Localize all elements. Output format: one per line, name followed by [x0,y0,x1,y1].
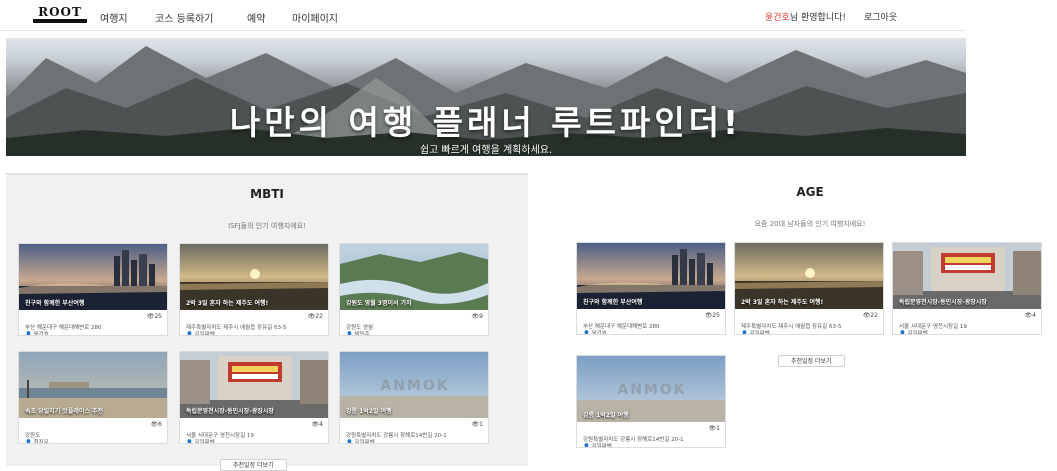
view-count: 👁22 [863,312,878,319]
course-title: 강릉 1박2일 여행 [583,412,629,419]
view-number: 1 [716,425,720,432]
mbti-section: MBTI ISFJ들의 인기 여행지에요! 친구와 함께한 부산여행 👁25 부산 … [6,173,528,471]
course-author: 👤 김일파벤 [899,329,928,335]
top-navbar: ROOT 여행지 코스 등록하기 예약 마이페이지 윤건호님 환영합니다! 로그… [0,0,966,31]
course-card[interactable]: 2박 3일 혼자 하는 제주도 여행! 👁22 제주특별자치도 제주시 애월읍 장유… [734,242,884,335]
view-number: 4 [319,421,323,428]
logo-bar [33,19,87,23]
age-section: AGE 요즘 20대 남자들의 인기 여행지에요! 친구와 함께한 부산여행 👁2… [570,173,1050,466]
course-author: 👤 윤건호 [583,329,607,335]
view-number: 6 [158,421,162,428]
welcome-message: 윤건호님 환영합니다! [765,10,846,23]
user-icon: 👤 [346,332,355,336]
course-title: 친구와 함께한 부산여행 [583,299,643,306]
course-card[interactable]: ANMOK 강릉 1박2일 여행 👁1 강원특별자치도 강릉시 창해로14번길 20-… [576,355,726,448]
author-name: 윤건호 [33,332,49,336]
nav-item-register-course[interactable]: 코스 등록하기 [155,10,213,25]
user-icon: 👤 [346,440,355,444]
course-title: 강원도 영월 3명이서 가자 [346,300,412,307]
course-card[interactable]: 독립문영천시장-동인시장-광장시장 👁4 서울 서대문구 영천시장길 19 👤 김일파… [179,351,329,444]
age-more-button[interactable]: 추천일정 더보기 [778,355,845,367]
course-card[interactable]: 친구와 함께한 부산여행 👁25 부산 해운대구 해운대해변로 280 👤 윤건호 [576,242,726,335]
author-name: 윤건호 [591,331,607,335]
view-count: 👁6 [151,421,162,428]
age-subtitle: 요즘 20대 남자들의 인기 여행지에요! [754,220,866,228]
mbti-title: MBTI [250,187,284,201]
user-icon: 👤 [186,440,195,444]
logo-text: ROOT [38,5,82,19]
user-icon: 👤 [899,331,908,335]
course-title: 2박 3일 혼자 하는 제주도 여행! [186,300,269,307]
course-author: 👤 김일파벤 [741,329,770,335]
course-title: 친구와 함께한 부산여행 [25,300,85,307]
author-name: 박민준 [354,332,370,336]
user-icon: 👤 [583,444,592,448]
course-title: 2박 3일 혼자 하는 제주도 여행! [741,299,824,306]
author-name: 김일파벤 [194,440,215,444]
course-author: 👤 김일파벤 [583,442,612,448]
course-title: 강릉 1박2일 여행 [346,408,392,415]
view-number: 1 [479,421,483,428]
svg-text:ANMOK: ANMOK [617,382,686,398]
author-name: 김일파벤 [591,444,612,448]
view-count: 👁1 [709,425,720,432]
view-number: 4 [1032,312,1036,319]
author-name: 김일파벤 [354,440,375,444]
user-name: 윤건호 [765,13,790,23]
author-name: 김일파벤 [749,331,770,335]
greeting-suffix: 님 환영합니다! [789,13,846,23]
course-card[interactable]: 친구와 함께한 부산여행 👁25 부산 해운대구 해운대해변로 280 👤 윤건호 [18,243,168,336]
root-finder-logo[interactable]: ROOT [33,6,87,24]
svg-text:ANMOK: ANMOK [380,378,449,394]
course-card[interactable]: 2박 3일 혼자 하는 제주도 여행! 👁22 제주특별자치도 제주시 애월읍 장유… [179,243,329,336]
view-number: 22 [315,313,323,320]
course-card[interactable]: 강원도 영월 3명이서 가자 👁9 강원도 영월 👤 박민준 [339,243,489,336]
age-title: AGE [796,185,824,199]
course-title: 독립문영천시장-동인시장-광장시장 [899,299,987,306]
hero-title: 나만의 여행 플래너 루트파인더! [229,103,743,142]
mbti-subtitle: ISFJ들의 인기 여행지에요! [228,222,306,230]
view-count: 👁25 [705,312,720,319]
view-number: 25 [712,312,720,319]
user-icon: 👤 [741,331,750,335]
course-author: 👤 박민준 [346,330,370,336]
user-icon: 👤 [186,332,195,336]
hero-subtitle: 쉽고 빠르게 여행을 계획하세요. [419,145,553,156]
nav-item-mypage[interactable]: 마이페이지 [292,10,338,25]
view-number: 25 [154,313,162,320]
course-title: 독립문영천시장-동인시장-광장시장 [186,408,274,415]
user-icon: 👤 [25,440,34,444]
author-name: 김일파벤 [194,332,215,336]
user-icon: 👤 [583,331,592,335]
nav-item-destinations[interactable]: 여행지 [100,10,128,25]
view-number: 22 [870,312,878,319]
view-count: 👁25 [147,313,162,320]
hero-banner: 나만의 여행 플래너 루트파인더! 쉽고 빠르게 여행을 계획하세요. [6,38,966,156]
course-author: 👤 김일파벤 [346,438,375,444]
course-card[interactable]: ANMOK 강릉 1박2일 여행 👁1 강원특별자치도 강릉시 창해로14번길 20-… [339,351,489,444]
author-name: 최지우 [33,440,49,444]
course-author: 👤 최지우 [25,438,49,444]
course-author: 👤 김일파벤 [186,438,215,444]
user-icon: 👤 [25,332,34,336]
author-name: 김일파벤 [907,331,928,335]
course-card[interactable]: 독립문영천시장-동인시장-광장시장 👁4 서울 서대문구 영천시장길 19 👤 김일파… [892,242,1042,335]
course-title: 속초 당일치기 맛플레이스 추천 [25,408,104,415]
view-count: 👁4 [1025,312,1036,319]
view-count: 👁4 [312,421,323,428]
view-count: 👁1 [472,421,483,428]
view-count: 👁9 [472,313,483,320]
mbti-more-button[interactable]: 추천일정 더보기 [220,459,287,471]
view-count: 👁22 [308,313,323,320]
logout-link[interactable]: 로그아웃 [864,10,897,23]
view-number: 9 [479,313,483,320]
course-card[interactable]: 속초 당일치기 맛플레이스 추천 👁6 강원도 👤 최지우 [18,351,168,444]
course-author: 👤 윤건호 [25,330,49,336]
nav-item-reservation[interactable]: 예약 [247,10,265,25]
course-author: 👤 김일파벤 [186,330,215,336]
